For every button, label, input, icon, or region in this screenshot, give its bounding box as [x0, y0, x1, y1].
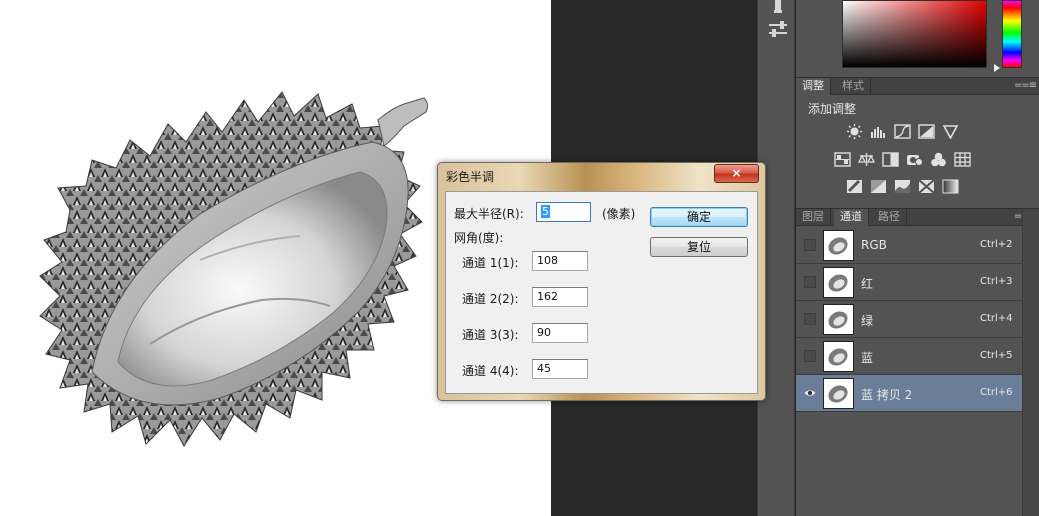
channel-name: 红 — [861, 277, 874, 291]
dialog-title: 彩色半调 — [446, 170, 495, 184]
channel-row-blue-copy-2[interactable]: 蓝 拷贝 2 Ctrl+6 — [796, 375, 1022, 412]
channel-name: 蓝 拷贝 2 — [861, 388, 913, 402]
max-radius-label: 最大半径(R): — [454, 207, 524, 221]
channel-name: 蓝 — [861, 351, 874, 365]
reset-button[interactable]: 复位 — [650, 237, 748, 257]
channel-shortcut: Ctrl+4 — [980, 313, 1013, 324]
color-picker-panel — [796, 0, 1039, 76]
tab-layers[interactable]: 图层 — [796, 209, 831, 226]
brush-preset-icon[interactable] — [767, 0, 789, 20]
channel-4-input[interactable]: 45 — [532, 359, 588, 379]
channel-row-blue[interactable]: 蓝 Ctrl+5 — [796, 338, 1022, 375]
channel-2-input[interactable]: 162 — [532, 287, 588, 307]
channels-scrollbar[interactable] — [1022, 210, 1039, 516]
channel-3-label: 通道 3(3): — [462, 328, 519, 342]
tab-adjustments[interactable]: 调整 — [796, 78, 831, 95]
channel-row-rgb[interactable]: RGB Ctrl+2 — [796, 227, 1022, 264]
channel-name: RGB — [861, 238, 887, 252]
channel-row-green[interactable]: 绿 Ctrl+4 — [796, 301, 1022, 338]
brightness-contrast-icon[interactable] — [846, 124, 863, 139]
hue-slider-marker-icon[interactable] — [994, 64, 1000, 72]
channel-shortcut: Ctrl+3 — [980, 276, 1013, 287]
adjustments-tabbar: 调整 样式 ==≡ — [796, 77, 1039, 95]
adjustments-sliders-icon[interactable] — [767, 20, 789, 40]
channel-thumbnail — [823, 267, 854, 298]
channel-1-label: 通道 1(1): — [462, 256, 519, 270]
channel-thumbnail — [823, 304, 854, 335]
channel-mixer-icon[interactable] — [930, 152, 947, 167]
color-saturation-field[interactable] — [842, 0, 987, 68]
hue-slider[interactable] — [1002, 0, 1022, 68]
max-radius-input[interactable]: 5 — [536, 202, 591, 222]
selective-color-icon[interactable] — [918, 179, 935, 194]
channel-thumbnail — [823, 341, 854, 372]
color-halftone-dialog: 彩色半调 × 最大半径(R): 5 (像素) 网角(度): 通道 1(1): 1… — [437, 162, 766, 401]
channel-shortcut: Ctrl+6 — [980, 387, 1013, 398]
channel-name: 绿 — [861, 314, 874, 328]
curves-icon[interactable] — [894, 124, 911, 139]
color-lookup-icon[interactable] — [954, 152, 971, 167]
tab-channels[interactable]: 通道 — [834, 209, 869, 226]
right-panel-dock: 调整 样式 ==≡ 添加调整 图层 通道 路径 RGB Ctrl+2 红 Ctr… — [796, 0, 1039, 516]
visibility-toggle[interactable] — [804, 276, 816, 288]
channel-shortcut: Ctrl+2 — [980, 239, 1013, 250]
visibility-toggle[interactable] — [804, 313, 816, 325]
photo-filter-icon[interactable] — [906, 152, 923, 167]
channel-2-label: 通道 2(2): — [462, 292, 519, 306]
channel-4-label: 通道 4(4): — [462, 364, 519, 378]
dialog-body: 最大半径(R): 5 (像素) 网角(度): 通道 1(1): 108 通道 2… — [445, 191, 758, 394]
channel-3-input[interactable]: 90 — [532, 323, 588, 343]
ok-button[interactable]: 确定 — [650, 207, 748, 227]
gradient-map-icon[interactable] — [942, 179, 959, 194]
posterize-icon[interactable] — [870, 179, 887, 194]
visibility-toggle[interactable] — [804, 239, 816, 251]
invert-icon[interactable] — [846, 179, 863, 194]
channel-shortcut: Ctrl+5 — [980, 350, 1013, 361]
threshold-icon[interactable] — [894, 179, 911, 194]
channel-thumbnail — [823, 378, 854, 409]
visibility-toggle[interactable] — [804, 350, 816, 362]
channels-tabbar: 图层 通道 路径 ==≡ — [796, 208, 1039, 226]
tab-styles[interactable]: 样式 — [836, 78, 871, 95]
panel-menu-icon[interactable]: ==≡ — [1014, 79, 1037, 93]
tab-paths[interactable]: 路径 — [872, 209, 907, 226]
channel-row-red[interactable]: 红 Ctrl+3 — [796, 264, 1022, 301]
channel-thumbnail — [823, 230, 854, 261]
hue-saturation-icon[interactable] — [834, 152, 851, 167]
close-button[interactable]: × — [714, 164, 759, 183]
color-balance-icon[interactable] — [857, 152, 876, 167]
add-adjustment-heading: 添加调整 — [808, 102, 857, 116]
levels-icon[interactable] — [870, 124, 887, 139]
pixels-unit-label: (像素) — [602, 207, 636, 221]
black-white-icon[interactable] — [882, 152, 899, 167]
channel-1-input[interactable]: 108 — [532, 251, 588, 271]
screen-angle-label: 网角(度): — [454, 231, 504, 245]
vibrance-triangle-icon[interactable] — [942, 124, 959, 140]
exposure-icon[interactable] — [918, 124, 935, 139]
eye-icon[interactable] — [804, 387, 816, 399]
